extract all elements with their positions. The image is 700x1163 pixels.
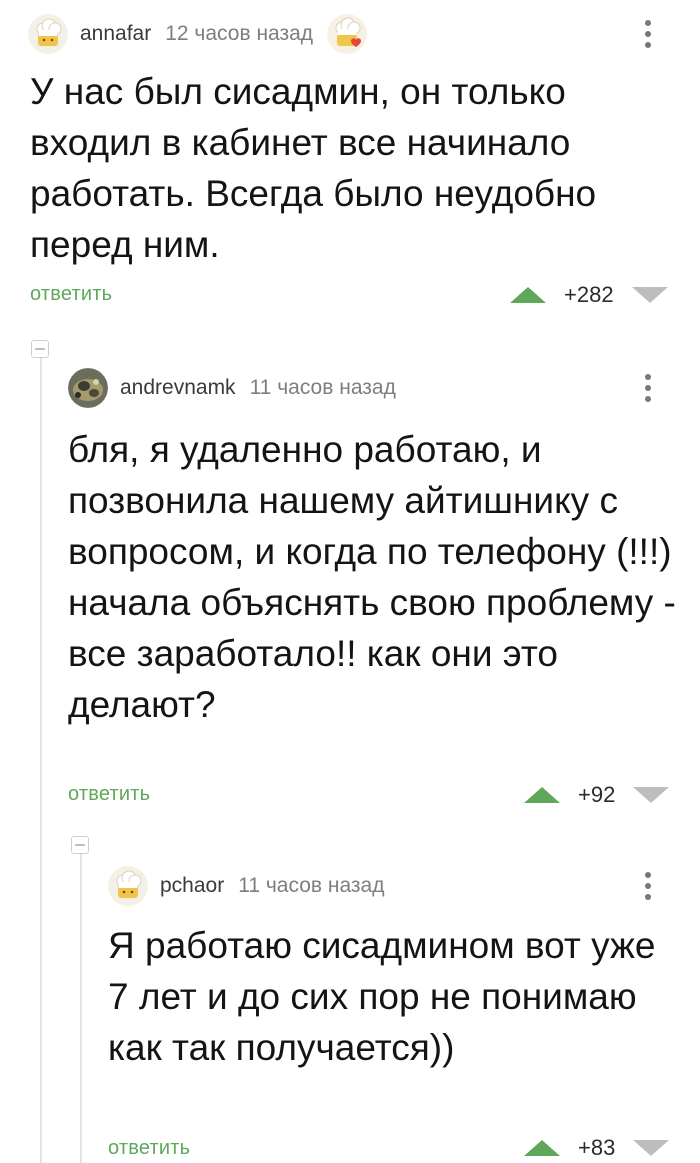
photo-avatar-icon[interactable] [68,368,108,408]
upvote-icon[interactable] [524,787,560,803]
default-chef-avatar-icon[interactable] [28,14,68,54]
comment-text: Я работаю сисадмином вот уже 7 лет и до … [108,925,666,1068]
comment-score: +92 [578,782,616,807]
downvote-icon[interactable] [631,287,668,303]
reply-button[interactable]: ответить [108,1137,190,1160]
comment-timestamp: 12 часов назад [165,22,314,45]
vote-controls: +92 [524,780,670,810]
upvote-icon[interactable] [510,287,546,303]
vote-controls: +83 [524,1133,670,1163]
thread-line-level-2 [80,852,82,1163]
collapse-thread-button[interactable] [71,836,89,854]
default-chef-avatar-icon[interactable] [108,866,148,906]
comment-header: annafar 12 часов назад [28,12,368,56]
comment-username[interactable]: andrevnamk [120,376,236,400]
more-options-icon[interactable] [633,12,663,56]
comment-text: бля, я удаленно работаю, и позвонила наш… [68,429,687,725]
vote-controls: +282 [510,280,668,310]
comment-text: У нас был сисадмин, он только входил в к… [30,71,607,265]
comment-username[interactable]: pchaor [160,874,224,898]
comment-header: andrevnamk 11 часов назад [68,366,396,410]
more-options-icon[interactable] [633,366,663,410]
comment-header: pchaor 11 часов назад [108,864,384,908]
comment-score: +83 [578,1135,616,1160]
comment-score: +282 [564,282,614,307]
upvote-icon[interactable] [524,1140,560,1156]
more-options-icon[interactable] [633,864,663,908]
downvote-icon[interactable] [633,787,670,803]
reply-button[interactable]: ответить [68,783,150,806]
comment-timestamp: 11 часов назад [249,376,396,399]
collapse-thread-button[interactable] [31,340,49,358]
comment-timestamp: 11 часов назад [238,874,385,897]
comments-page: annafar 12 часов назад У нас был сисадми… [0,0,700,1163]
downvote-icon[interactable] [633,1140,670,1156]
comment-username[interactable]: annafar [80,22,151,46]
chef-heart-badge-icon[interactable] [327,14,368,54]
reply-button[interactable]: ответить [30,283,112,306]
thread-line-level-1 [40,356,42,1163]
